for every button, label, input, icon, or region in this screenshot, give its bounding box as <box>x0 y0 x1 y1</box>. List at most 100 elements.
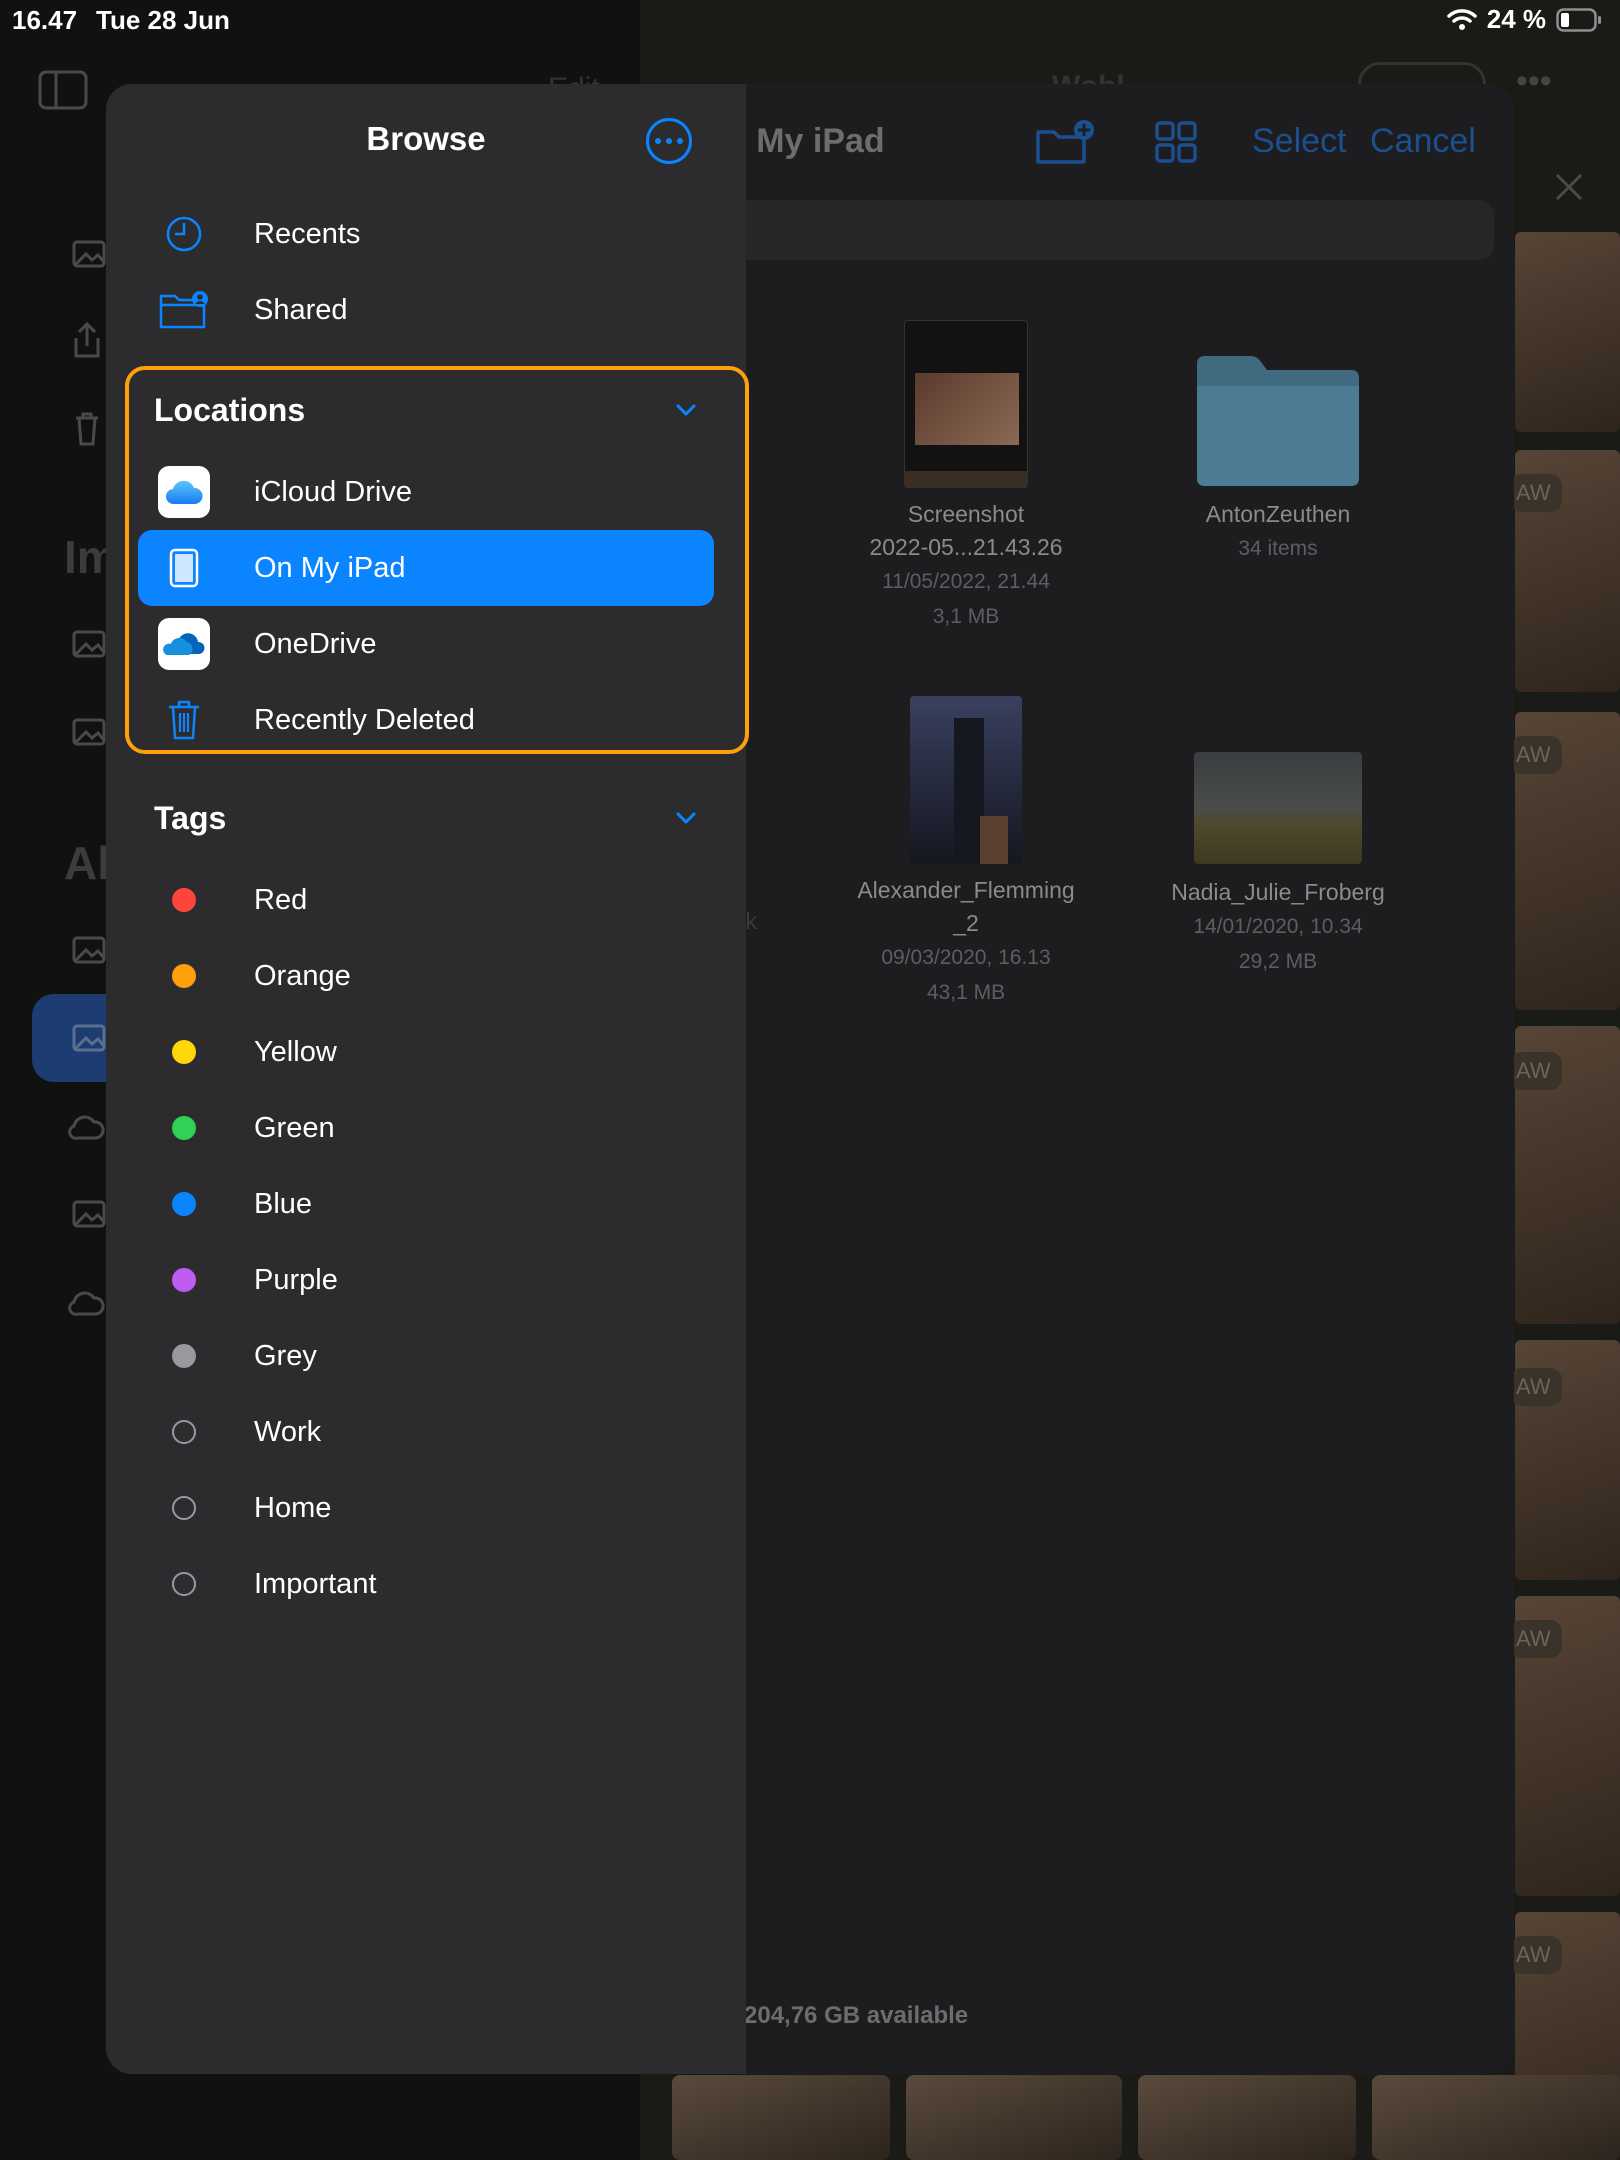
photo-icon <box>72 630 106 658</box>
sidebar-item-icloud-drive[interactable]: iCloud Drive <box>138 454 714 530</box>
file-thumbnail <box>910 696 1022 864</box>
browse-sidebar: Browse Recents Shared Locations iCloud D… <box>106 84 749 2074</box>
chevron-down-icon[interactable] <box>672 396 700 424</box>
icloud-icon <box>158 466 210 518</box>
sidebar-item-label: Recents <box>254 217 361 250</box>
chevron-down-icon[interactable] <box>672 804 700 832</box>
raw-badge: AW <box>1510 474 1562 512</box>
battery-icon <box>1556 7 1601 32</box>
file-name: Nadia_Julie_Froberg <box>1171 879 1385 905</box>
cloud-alert-icon <box>68 1115 105 1140</box>
sidebar-item-recently-deleted[interactable]: Recently Deleted <box>138 682 714 758</box>
tag-label: Work <box>254 1415 322 1448</box>
trash-icon <box>76 412 98 446</box>
tag-icon <box>158 1026 210 1078</box>
sidebar-item-shared[interactable]: Shared <box>138 272 714 348</box>
tag-label: Grey <box>254 1339 317 1372</box>
file-date: 14/01/2020, 10.34 <box>1193 915 1363 938</box>
shared-folder-icon <box>158 284 210 336</box>
select-button[interactable]: Select <box>1252 122 1347 161</box>
tags-header[interactable]: Tags <box>154 800 226 837</box>
location-title: n My iPad <box>726 122 885 160</box>
file-item-alexander-flemming[interactable]: Alexander_Flemming _2 09/03/2020, 16.13 … <box>816 696 1116 1010</box>
tag-empty-circle-icon <box>172 1572 196 1596</box>
sidebar-item-label: OneDrive <box>254 627 377 660</box>
background-thumbnail <box>1138 2075 1356 2160</box>
onedrive-icon <box>158 618 210 670</box>
tag-item-important[interactable]: Important <box>138 1546 714 1622</box>
file-thumbnail <box>1194 752 1362 864</box>
more-options-button[interactable] <box>646 118 692 164</box>
cloud-alert-icon <box>68 1291 105 1316</box>
file-size: 43,1 MB <box>926 981 1006 1004</box>
raw-badge: AW <box>1510 1936 1562 1974</box>
tag-color-dot-icon <box>172 1040 196 1064</box>
tag-icon <box>158 950 210 1002</box>
tag-item-blue[interactable]: Blue <box>138 1166 714 1242</box>
tag-icon <box>158 1330 210 1382</box>
tag-item-green[interactable]: Green <box>138 1090 714 1166</box>
file-name-line2: 2022-05...21.43.26 <box>869 534 1063 560</box>
raw-badge: AW <box>1510 1368 1562 1406</box>
file-name: Screenshot <box>907 501 1025 527</box>
tag-label: Green <box>254 1111 335 1144</box>
tag-item-purple[interactable]: Purple <box>138 1242 714 1318</box>
grid-view-button[interactable] <box>1154 120 1198 164</box>
file-item-nadia-julie-froberg[interactable]: Nadia_Julie_Froberg 14/01/2020, 10.34 29… <box>1128 752 1428 979</box>
cancel-button[interactable]: Cancel <box>1370 122 1476 161</box>
tag-empty-circle-icon <box>172 1420 196 1444</box>
sidebar-item-recents[interactable]: Recents <box>138 196 714 272</box>
new-folder-button[interactable] <box>1034 118 1096 168</box>
tag-item-red[interactable]: Red <box>138 862 714 938</box>
tag-item-work[interactable]: Work <box>138 1394 714 1470</box>
tag-icon <box>158 1558 210 1610</box>
file-thumbnail <box>904 320 1028 488</box>
file-name: AntonZeuthen <box>1205 501 1351 527</box>
sidebar-item-label: Shared <box>254 293 348 326</box>
tag-item-grey[interactable]: Grey <box>138 1318 714 1394</box>
folder-icon <box>1197 356 1359 486</box>
sidebar-item-label: iCloud Drive <box>254 475 412 508</box>
search-field[interactable] <box>726 200 1494 260</box>
background-thumbnail <box>1372 2075 1620 2160</box>
sidebar-toggle-icon <box>38 70 88 110</box>
file-item-screenshot[interactable]: Screenshot 2022-05...21.43.26 11/05/2022… <box>816 320 1116 634</box>
file-date: 09/03/2020, 16.13 <box>881 946 1051 969</box>
tag-label: Orange <box>254 959 351 992</box>
folder-item-count: 34 items <box>1238 537 1318 560</box>
onedrive-tile <box>158 618 210 670</box>
dot <box>677 138 683 144</box>
sidebar-item-onedrive[interactable]: OneDrive <box>138 606 714 682</box>
photo-icon <box>72 240 106 268</box>
raw-badge: AW <box>1510 1052 1562 1090</box>
tag-icon <box>158 874 210 926</box>
raw-badge: AW <box>1510 1620 1562 1658</box>
photo-icon <box>72 1200 106 1228</box>
tag-color-dot-icon <box>172 1268 196 1292</box>
locations-header[interactable]: Locations <box>154 392 305 429</box>
storage-available: 204,76 GB available <box>744 2002 969 2029</box>
folder-item-antonzeuthen[interactable]: AntonZeuthen 34 items <box>1128 352 1428 566</box>
sidebar-item-label: Recently Deleted <box>254 703 475 736</box>
tag-label: Yellow <box>254 1035 337 1068</box>
tag-item-orange[interactable]: Orange <box>138 938 714 1014</box>
tag-label: Important <box>254 1567 377 1600</box>
tag-color-dot-icon <box>172 1344 196 1368</box>
clock-icon <box>158 208 210 260</box>
tag-label: Home <box>254 1491 332 1524</box>
trash-icon <box>158 694 210 746</box>
dot <box>655 138 661 144</box>
tag-item-home[interactable]: Home <box>138 1470 714 1546</box>
sidebar-item-on-my-ipad[interactable]: On My iPad <box>138 530 714 606</box>
background-thumbnail <box>906 2075 1122 2160</box>
more-icon: ••• <box>1516 62 1552 100</box>
tag-label: Blue <box>254 1187 313 1220</box>
file-name-line2: _2 <box>953 910 979 936</box>
tag-empty-circle-icon <box>172 1496 196 1520</box>
tag-icon <box>158 1254 210 1306</box>
status-time: 16.47 <box>12 5 78 35</box>
dot <box>666 138 672 144</box>
ipad-icon <box>158 542 210 594</box>
tag-item-yellow[interactable]: Yellow <box>138 1014 714 1090</box>
photo-icon <box>72 718 106 746</box>
